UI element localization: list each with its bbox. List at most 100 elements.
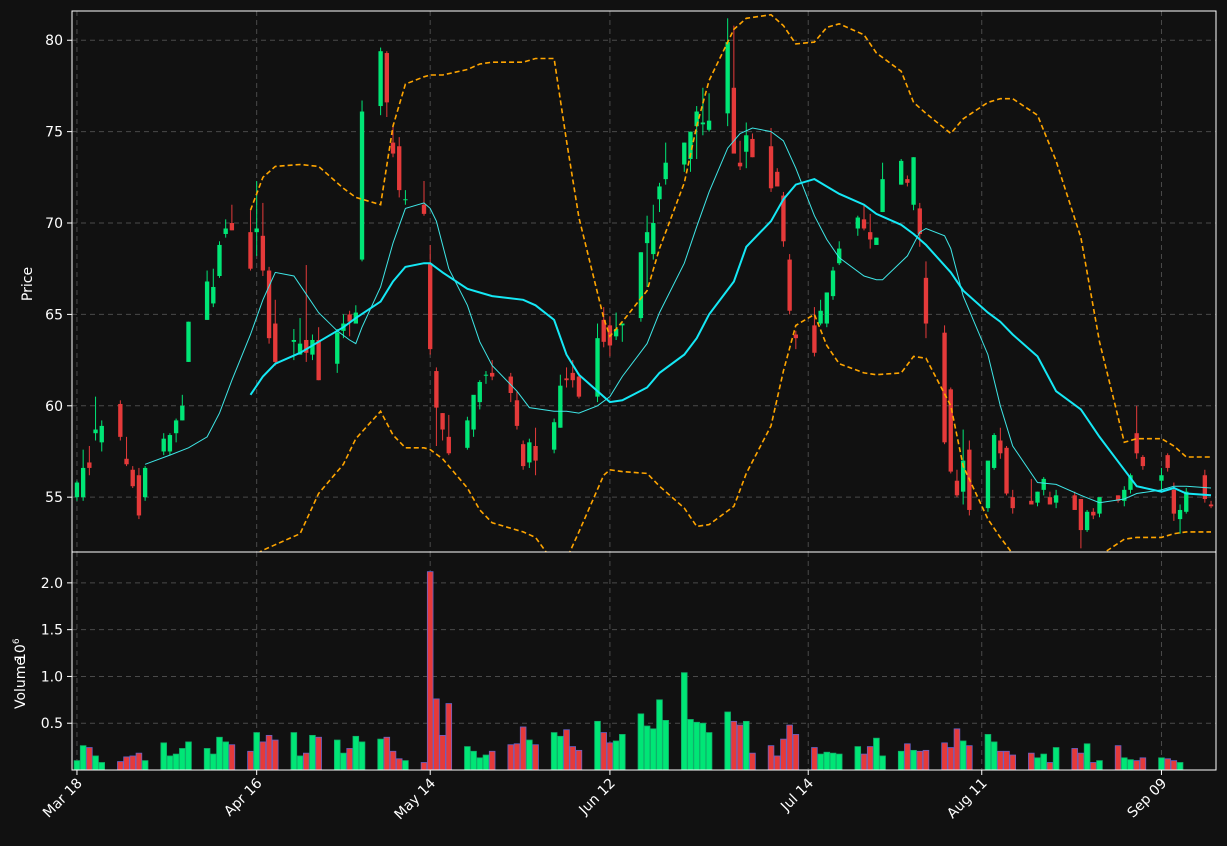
volume-bar (866, 746, 874, 771)
candle-body (830, 270, 836, 297)
volume-bar (990, 741, 998, 771)
candle-body (533, 445, 538, 461)
volume-bar (1158, 757, 1165, 771)
volume-bar (600, 732, 607, 771)
volume-bar (1176, 762, 1184, 771)
volume-bar (358, 741, 366, 771)
candle-body (161, 438, 166, 452)
candle-body (173, 420, 179, 434)
candle-body (211, 286, 216, 304)
volume-tick-label: 1.5 (41, 623, 63, 639)
candle-body (737, 162, 743, 167)
volume-bar (743, 720, 750, 771)
volume-bar (123, 756, 130, 771)
candle-body (74, 482, 80, 498)
volume-bar (259, 741, 267, 771)
candle-body (93, 429, 98, 434)
volume-bar (352, 735, 360, 771)
volume-bar (563, 729, 570, 771)
candle-body (1047, 497, 1053, 505)
candle-body (248, 232, 253, 269)
candle-body (359, 111, 365, 260)
volume-bar (959, 740, 967, 771)
volume-bar (705, 732, 713, 771)
candle-body (657, 186, 662, 200)
volume-bar (1096, 760, 1103, 771)
candle-body (87, 462, 92, 468)
candle-body (923, 277, 929, 324)
volume-bar (383, 736, 391, 771)
volume-bar (1090, 762, 1097, 771)
candle-body (403, 199, 408, 201)
volume-bar (910, 749, 917, 771)
volume-bar (1139, 757, 1147, 771)
volume-bar (346, 748, 353, 771)
candle-body (880, 179, 885, 213)
volume-bar (569, 746, 576, 771)
volume-bar (643, 725, 651, 771)
candle-body (471, 394, 476, 430)
candle-body (861, 219, 867, 229)
candle-body (998, 440, 1003, 454)
volume-axis-label: Volume (13, 657, 29, 709)
candle-body (985, 460, 991, 509)
volume-bar (736, 724, 744, 771)
candle-body (700, 122, 706, 125)
volume-bar (724, 711, 731, 771)
candle-body (217, 244, 222, 277)
candle-body (1004, 447, 1009, 494)
volume-bar (922, 749, 930, 771)
volume-tick-label: 2.0 (41, 576, 63, 592)
volume-bar (612, 740, 620, 771)
volume-bar (73, 760, 81, 771)
volume-bar (1003, 750, 1010, 771)
volume-bar (135, 752, 143, 771)
volume-bar (1040, 753, 1047, 771)
volume-bar (172, 753, 180, 771)
volume-bar (185, 741, 192, 771)
candle-body (384, 53, 389, 103)
volume-bar (1071, 748, 1078, 771)
volume-bar (1083, 743, 1091, 771)
volume-bar (519, 726, 527, 771)
candle-body (397, 146, 402, 191)
volume-bar (873, 737, 880, 771)
volume-bar (811, 747, 818, 771)
volume-bar (594, 720, 601, 771)
volume-bar (377, 738, 384, 771)
price-tick-label: 60 (45, 399, 63, 415)
candle-body (706, 120, 712, 130)
candle-body (260, 235, 266, 271)
candle-body (917, 208, 922, 234)
volume-bar (854, 746, 862, 771)
volume-bar (1034, 757, 1041, 771)
candle-body (899, 160, 904, 185)
volume-bar (420, 762, 428, 771)
candle-body (316, 339, 321, 381)
candle-body (1208, 504, 1214, 507)
candle-body (644, 232, 650, 244)
volume-bar (1133, 760, 1140, 771)
volume-bar (92, 755, 99, 771)
candle-body (942, 332, 947, 443)
candle-body (558, 385, 563, 428)
candle-body (204, 281, 210, 320)
volume-bar (792, 734, 800, 771)
price-tick-label: 55 (45, 490, 63, 506)
volume-bar (823, 751, 831, 771)
volume-bar (916, 750, 924, 771)
volume-bar (829, 752, 837, 771)
candle-body (824, 292, 829, 324)
volume-bar (984, 734, 992, 771)
candle-body (520, 444, 526, 467)
volume-bar (693, 721, 700, 771)
candle-body (167, 435, 173, 452)
volume-bar (650, 728, 657, 771)
volume-bar (662, 720, 669, 771)
candle-body (490, 372, 495, 377)
volume-bar (303, 752, 310, 771)
volume-bar (340, 752, 347, 771)
candle-body (1134, 433, 1139, 454)
candle-body (434, 371, 439, 408)
volume-bar (749, 752, 756, 771)
